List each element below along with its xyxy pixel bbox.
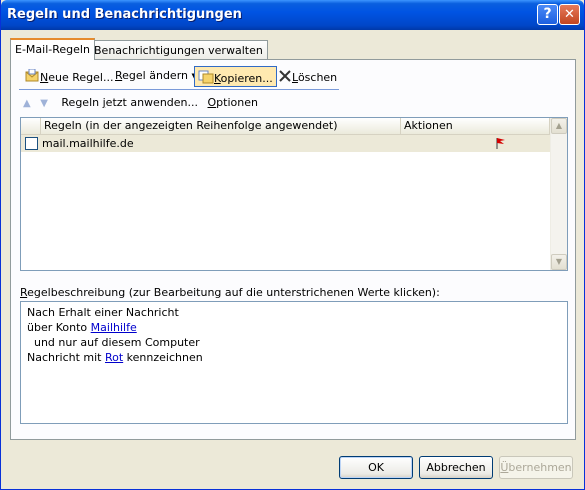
close-button[interactable]: ✕ xyxy=(559,4,580,25)
red-flag-icon xyxy=(496,138,505,149)
copy-label: Kopieren... xyxy=(214,72,273,85)
options-button[interactable]: Optionen xyxy=(208,96,258,109)
title-bar[interactable]: Regeln und Benachrichtigungen ? ✕ xyxy=(1,0,584,30)
secondary-toolbar: ▲ ▼ Regeln jetzt anwenden... Optionen xyxy=(23,96,258,112)
table-row[interactable]: mail.mailhilfe.de xyxy=(21,135,550,152)
ok-button[interactable]: OK xyxy=(339,456,413,479)
new-rule-icon xyxy=(25,68,39,82)
edit-rule-button[interactable]: Regel ändern ▼ xyxy=(112,66,200,87)
rules-dialog: Regeln und Benachrichtigungen ? ✕ E-Mail… xyxy=(0,0,585,490)
tab-email-rules[interactable]: E-Mail-Regeln xyxy=(10,38,95,60)
rules-list-header: Regeln (in der angezeigten Reihenfolge a… xyxy=(21,118,550,135)
tab-manage-alerts[interactable]: Benachrichtigungen verwalten xyxy=(89,40,268,60)
apply-rules-now-button[interactable]: Regeln jetzt anwenden... xyxy=(61,96,198,109)
help-button[interactable]: ? xyxy=(537,4,558,25)
delete-label: Löschen xyxy=(292,71,338,84)
scroll-down-icon[interactable]: ▼ xyxy=(551,254,567,270)
apply-button[interactable]: Übernehmen xyxy=(499,456,573,479)
cancel-button[interactable]: Abbrechen xyxy=(419,456,493,479)
column-header-rules[interactable]: Regeln (in der angezeigten Reihenfolge a… xyxy=(41,118,401,134)
scroll-up-icon[interactable]: ▲ xyxy=(551,118,567,134)
rule-name: mail.mailhilfe.de xyxy=(42,137,134,150)
new-rule-button[interactable]: Neue Regel... xyxy=(21,66,116,87)
rules-list-scrollbar[interactable]: ▲ ▼ xyxy=(550,118,567,270)
flag-color-link[interactable]: Rot xyxy=(105,351,123,364)
move-down-icon[interactable]: ▼ xyxy=(40,98,48,109)
rule-enabled-checkbox[interactable] xyxy=(25,137,38,150)
description-line: Nachricht mit Rot kennzeichnen xyxy=(27,351,203,364)
header-checkbox-column[interactable] xyxy=(21,118,41,134)
description-line: Nach Erhalt einer Nachricht xyxy=(27,306,179,319)
move-up-icon[interactable]: ▲ xyxy=(23,98,31,109)
delete-icon xyxy=(279,70,291,82)
edit-rule-label: Regel ändern xyxy=(115,69,188,82)
rule-description-box[interactable]: Nach Erhalt einer Nachricht über Konto M… xyxy=(20,301,568,424)
account-link[interactable]: Mailhilfe xyxy=(91,321,137,334)
toolbar-divider xyxy=(19,89,339,90)
description-line: und nur auf diesem Computer xyxy=(27,336,200,349)
column-header-actions[interactable]: Aktionen xyxy=(401,118,550,134)
window-title: Regeln und Benachrichtigungen xyxy=(7,7,242,22)
description-line: über Konto Mailhilfe xyxy=(27,321,137,334)
copy-icon xyxy=(198,70,214,84)
new-rule-label: Neue Regel... xyxy=(40,71,114,84)
copy-button[interactable]: Kopieren... xyxy=(194,66,277,87)
rules-list[interactable]: Regeln (in der angezeigten Reihenfolge a… xyxy=(20,117,568,271)
description-label: Regelbeschreibung (zur Bearbeitung auf d… xyxy=(20,286,440,299)
delete-button[interactable]: Löschen xyxy=(275,66,340,87)
